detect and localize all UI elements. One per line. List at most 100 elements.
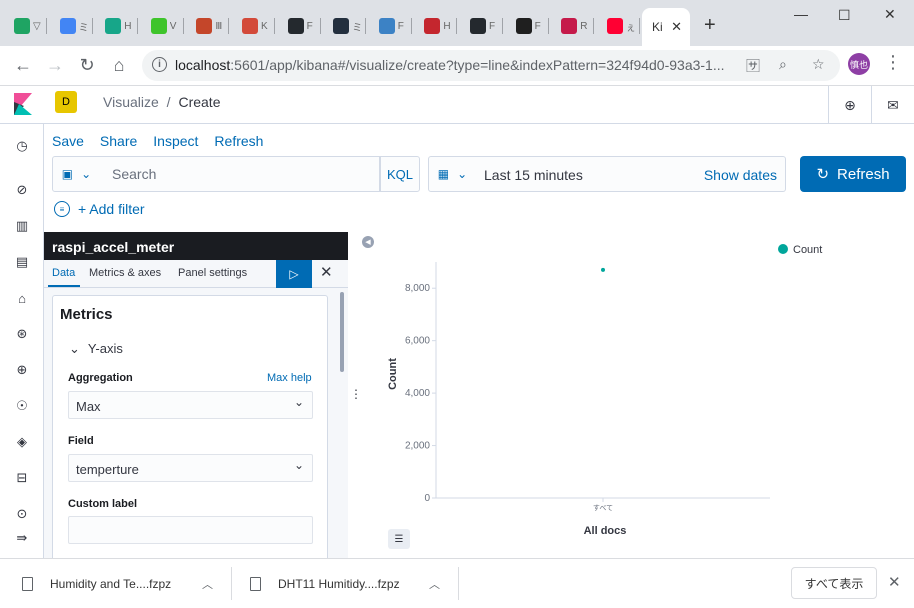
browser-tab[interactable]: H	[105, 12, 139, 40]
y-tick-label: 6,000	[405, 336, 430, 347]
home-icon[interactable]: ⌂	[106, 52, 132, 78]
sidebar-scrollbar[interactable]	[340, 292, 344, 372]
data-point[interactable]	[601, 267, 605, 272]
y-axis-label: Count	[387, 358, 399, 390]
visualize-chart-icon[interactable]: ▥	[12, 216, 32, 236]
resize-handle[interactable]: ⋮	[350, 387, 362, 401]
download-item[interactable]: DHT11 Humitidy....fzpz ︿	[250, 559, 440, 608]
ml-icon[interactable]: ⊕	[12, 360, 32, 380]
tab-panel-settings[interactable]: Panel settings	[178, 267, 247, 279]
divider	[458, 567, 459, 600]
recent-clock-icon[interactable]: ◷	[12, 136, 32, 156]
menu-share[interactable]: Share	[100, 133, 137, 149]
google-drive-icon	[14, 18, 30, 34]
site-info-icon[interactable]: i	[152, 57, 167, 72]
browser-tab[interactable]: Ⅲ	[196, 12, 230, 40]
saved-query-button[interactable]: ▣ ⌄	[52, 156, 101, 192]
menu-inspect[interactable]: Inspect	[153, 133, 198, 149]
kibana-logo-icon[interactable]	[14, 93, 32, 115]
browser-tab[interactable]: F	[470, 12, 503, 40]
yaxis-accordion[interactable]: ⌄ Y-axis	[69, 341, 123, 357]
uptime-icon[interactable]: ⊙	[12, 504, 32, 524]
tab-metrics-axes[interactable]: Metrics & axes	[89, 267, 161, 279]
list-icon: ☰	[394, 533, 404, 545]
breadcrumb: Visualize / Create	[103, 94, 220, 110]
apply-changes-button[interactable]: ▷	[276, 260, 312, 288]
browser-tab[interactable]: ミ	[59, 12, 93, 40]
breadcrumb-visualize[interactable]: Visualize	[103, 94, 159, 110]
address-bar[interactable]: i localhost:5601/app/kibana#/visualize/c…	[142, 50, 840, 81]
tab-title: V	[169, 20, 177, 32]
space-avatar[interactable]: D	[55, 91, 77, 113]
chevron-down-icon: ⌄	[81, 167, 92, 181]
date-quick-menu-button[interactable]: ▦ ⌄	[428, 156, 477, 192]
search-input[interactable]	[100, 157, 360, 191]
chevron-up-icon[interactable]: ︿	[429, 576, 440, 592]
chevron-up-icon[interactable]: ︿	[202, 576, 213, 592]
legend-label[interactable]: Count	[793, 244, 822, 256]
browser-tab[interactable]: V	[150, 12, 184, 40]
browser-tab[interactable]: ▽	[14, 12, 47, 40]
maximize-icon[interactable]: ☐	[838, 7, 851, 24]
newsfeed-mail-icon[interactable]: ✉	[871, 86, 914, 124]
add-filter-link[interactable]: + Add filter	[78, 201, 145, 217]
aggregation-select[interactable]: Max ⌄	[68, 391, 313, 419]
profile-avatar[interactable]: 慎也	[848, 53, 870, 75]
tab-separator	[547, 18, 549, 34]
dashboard-icon[interactable]: ▤	[12, 252, 32, 272]
apm-icon[interactable]: ⊟	[12, 468, 32, 488]
github-icon	[470, 18, 486, 34]
canvas-icon[interactable]: ⌂	[12, 288, 32, 308]
logs-icon[interactable]: ◈	[12, 432, 32, 452]
tab-separator	[137, 18, 139, 34]
forward-arrow-icon[interactable]: →	[42, 52, 68, 78]
legend-toggle-button[interactable]: ☰	[388, 529, 410, 549]
window-close-icon[interactable]: ✕	[884, 6, 896, 23]
browser-tab[interactable]: F	[287, 12, 321, 40]
show-all-button[interactable]: すべて表示	[791, 567, 877, 599]
tab-data[interactable]: Data	[52, 267, 75, 279]
browser-tab[interactable]: K	[242, 12, 275, 40]
bookmark-star-icon[interactable]: ☆	[812, 56, 825, 73]
translate-icon[interactable]: 🈂	[746, 56, 760, 76]
zoom-icon[interactable]: ⌕	[779, 56, 787, 73]
help-icon[interactable]: ⊕	[828, 86, 871, 124]
browser-tab[interactable]: R	[561, 12, 595, 40]
menu-save[interactable]: Save	[52, 133, 84, 149]
discover-compass-icon[interactable]: ⊘	[12, 180, 32, 200]
collapse-nav-icon[interactable]: ⇛	[12, 528, 32, 548]
browser-tab[interactable]: ミ	[333, 12, 367, 40]
browser-tab[interactable]: H	[424, 12, 458, 40]
menu-refresh[interactable]: Refresh	[214, 133, 263, 149]
url-text[interactable]: localhost:5601/app/kibana#/visualize/cre…	[175, 57, 735, 73]
tab-title: F	[397, 20, 404, 32]
date-range-display[interactable]: Last 15 minutes Show dates	[476, 156, 786, 192]
field-select[interactable]: temperture ⌄	[68, 454, 313, 482]
browser-tab[interactable]: F	[378, 12, 412, 40]
tab-close-icon[interactable]: ✕	[671, 19, 682, 35]
play-icon: ▷	[289, 267, 299, 281]
tab-separator	[456, 18, 458, 34]
maps-icon[interactable]: ⊛	[12, 324, 32, 344]
browser-tab[interactable]: ぇ	[606, 12, 640, 40]
reload-icon[interactable]: ↻	[74, 52, 100, 78]
browser-menu-icon[interactable]: ⋮	[884, 52, 902, 73]
metrics-icon[interactable]: ☉	[12, 396, 32, 416]
tab-kibana-active[interactable]: Ki ✕	[642, 8, 690, 46]
legend-swatch[interactable]	[778, 244, 788, 254]
minimize-icon[interactable]: —	[794, 6, 808, 22]
new-tab-button[interactable]: +	[704, 14, 716, 37]
close-downloads-icon[interactable]: ✕	[888, 573, 901, 591]
refresh-button[interactable]: ↻ Refresh	[800, 156, 906, 192]
discard-close-icon[interactable]: ✕	[320, 263, 333, 281]
filter-options-icon[interactable]: ≡	[54, 201, 70, 217]
browser-tab[interactable]: F	[515, 12, 549, 40]
custom-label-input[interactable]	[68, 516, 313, 544]
max-help-link[interactable]: Max help	[267, 372, 312, 384]
tab-title: Ⅲ	[215, 20, 223, 32]
kql-toggle-button[interactable]: KQL	[380, 156, 420, 192]
collapse-sidebar-icon[interactable]: ◀	[362, 236, 374, 248]
download-item[interactable]: Humidity and Te....fzpz ︿	[22, 559, 213, 608]
show-dates-link[interactable]: Show dates	[704, 167, 777, 183]
back-arrow-icon[interactable]: ←	[10, 52, 36, 78]
